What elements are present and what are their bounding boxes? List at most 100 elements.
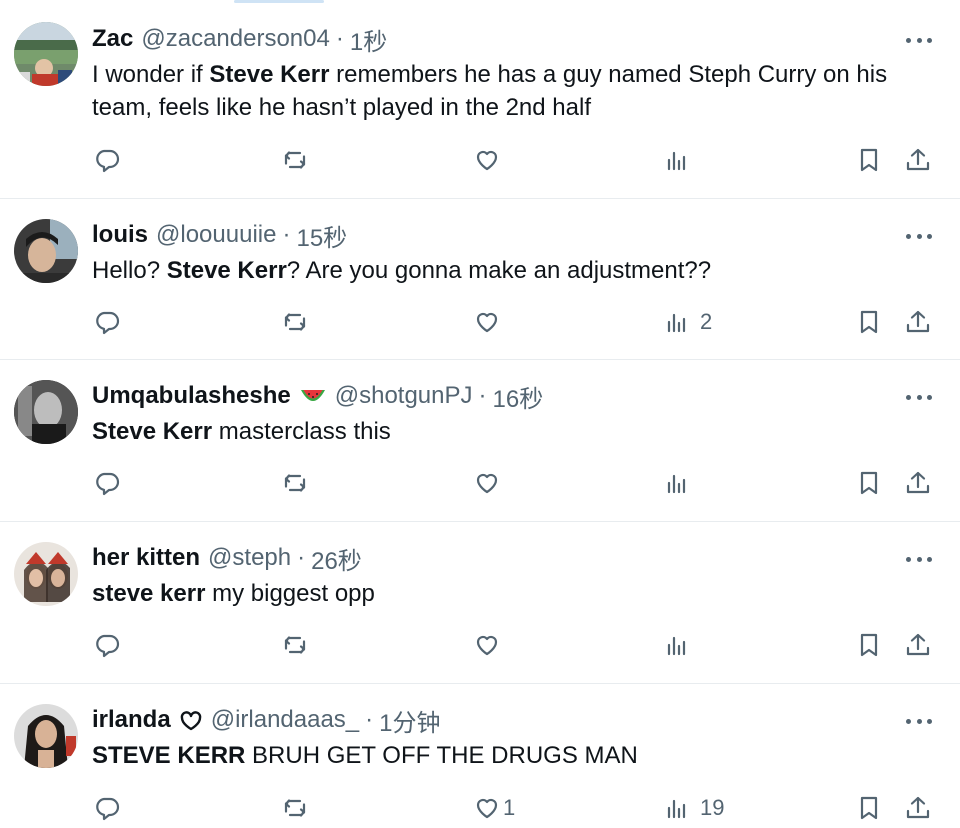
watermelon-emoji-icon [300,390,325,401]
tweet-text: I wonder if Steve Kerr remembers he has … [92,61,888,121]
retweet-button[interactable] [281,625,317,665]
reply-icon [96,149,120,173]
tweet-text: STEVE KERR BRUH GET OFF THE DRUGS MAN [92,742,638,769]
separator: · [282,221,291,248]
tweet-header: irlanda @irlandaaas_ · 1分钟 [92,703,441,737]
avatar[interactable] [14,219,78,283]
views-count: 2 [700,309,713,334]
separator: · [365,706,374,733]
reply-icon [96,797,120,821]
retweet-icon [284,313,306,331]
more-icon[interactable] [906,711,932,731]
more-icon[interactable] [906,387,932,407]
display-name[interactable]: irlanda [92,706,171,734]
like-icon [476,798,498,819]
tweet[interactable]: louis @loouuuiie · 15秒 Hello? Steve Kerr… [0,199,960,360]
views-button[interactable]: 2 [664,302,712,342]
reply-button[interactable] [93,463,129,503]
user-handle[interactable]: @steph [208,544,291,572]
retweet-button[interactable] [281,140,317,180]
timestamp[interactable]: 26秒 [311,541,362,576]
share-button[interactable] [904,788,932,828]
timestamp[interactable]: 1秒 [350,22,387,57]
separator: · [478,382,487,409]
retweet-button[interactable] [281,302,317,342]
share-icon [906,796,930,819]
user-handle[interactable]: @zacanderson04 [141,25,329,53]
reply-button[interactable] [93,625,129,665]
like-button[interactable] [473,302,509,342]
bookmark-button[interactable] [855,625,883,665]
tweet[interactable]: Zac @zacanderson04 · 1秒 I wonder if Stev… [0,0,960,199]
share-icon [906,310,930,333]
reply-icon [96,634,120,658]
more-icon[interactable] [906,549,932,569]
display-name[interactable]: Zac [92,25,133,53]
share-button[interactable] [904,463,932,503]
reply-button[interactable] [93,302,129,342]
reply-icon [96,472,120,496]
tweet[interactable]: irlanda @irlandaaas_ · 1分钟 STEVE KERR BR… [0,684,960,824]
display-name[interactable]: her kitten [92,544,200,572]
timestamp[interactable]: 1分钟 [379,703,440,738]
retweet-icon [284,151,306,169]
like-button[interactable]: 1 [473,788,515,828]
user-handle[interactable]: @loouuuiie [156,221,276,249]
share-icon [906,471,930,494]
action-bar: 2 [0,302,960,342]
user-handle[interactable]: @shotgunPJ [335,382,473,410]
share-button[interactable] [904,140,932,180]
like-button[interactable] [473,625,509,665]
retweet-icon [284,799,306,817]
retweet-button[interactable] [281,463,317,503]
bookmark-icon [860,633,878,657]
views-button[interactable]: 19 [664,788,724,828]
action-bar: 1 19 [0,788,960,828]
display-name[interactable]: louis [92,221,148,249]
views-icon [667,151,686,171]
retweet-icon [284,636,306,654]
retweet-icon [284,474,306,492]
timestamp[interactable]: 16秒 [493,379,544,414]
more-icon[interactable] [906,30,932,50]
bookmark-button[interactable] [855,463,883,503]
like-icon [476,635,498,656]
views-count: 19 [700,795,725,820]
reply-button[interactable] [93,140,129,180]
share-button[interactable] [904,302,932,342]
retweet-button[interactable] [281,788,317,828]
avatar[interactable] [14,704,78,768]
likes-count: 1 [503,795,516,820]
separator: · [297,544,306,571]
reply-button[interactable] [93,788,129,828]
share-button[interactable] [904,625,932,665]
tweet-header: Umqabulasheshe @shotgunPJ · 16秒 [92,379,543,413]
action-bar [0,463,960,503]
timestamp[interactable]: 15秒 [296,218,347,253]
like-icon [476,312,498,333]
tweet[interactable]: her kitten @steph · 26秒 steve kerr my bi… [0,522,960,684]
views-icon [667,313,686,333]
more-icon[interactable] [906,226,932,246]
bookmark-button[interactable] [855,788,883,828]
bookmark-button[interactable] [855,302,883,342]
avatar[interactable] [14,380,78,444]
avatar[interactable] [14,542,78,606]
display-name[interactable]: Umqabulasheshe [92,382,291,410]
tweet-header: her kitten @steph · 26秒 [92,541,362,575]
action-bar [0,140,960,180]
views-button[interactable] [664,140,700,180]
bookmark-button[interactable] [855,140,883,180]
tweet-header: louis @loouuuiie · 15秒 [92,218,347,252]
share-icon [906,633,930,656]
like-icon [476,473,498,494]
views-button[interactable] [664,463,700,503]
user-handle[interactable]: @irlandaaas_ [211,706,359,734]
views-button[interactable] [664,625,700,665]
views-icon [667,636,686,656]
avatar[interactable] [14,22,78,86]
like-button[interactable] [473,140,509,180]
like-button[interactable] [473,463,509,503]
tweet[interactable]: Umqabulasheshe @shotgunPJ · 16秒 Steve Ke… [0,360,960,522]
bookmark-icon [860,148,878,172]
